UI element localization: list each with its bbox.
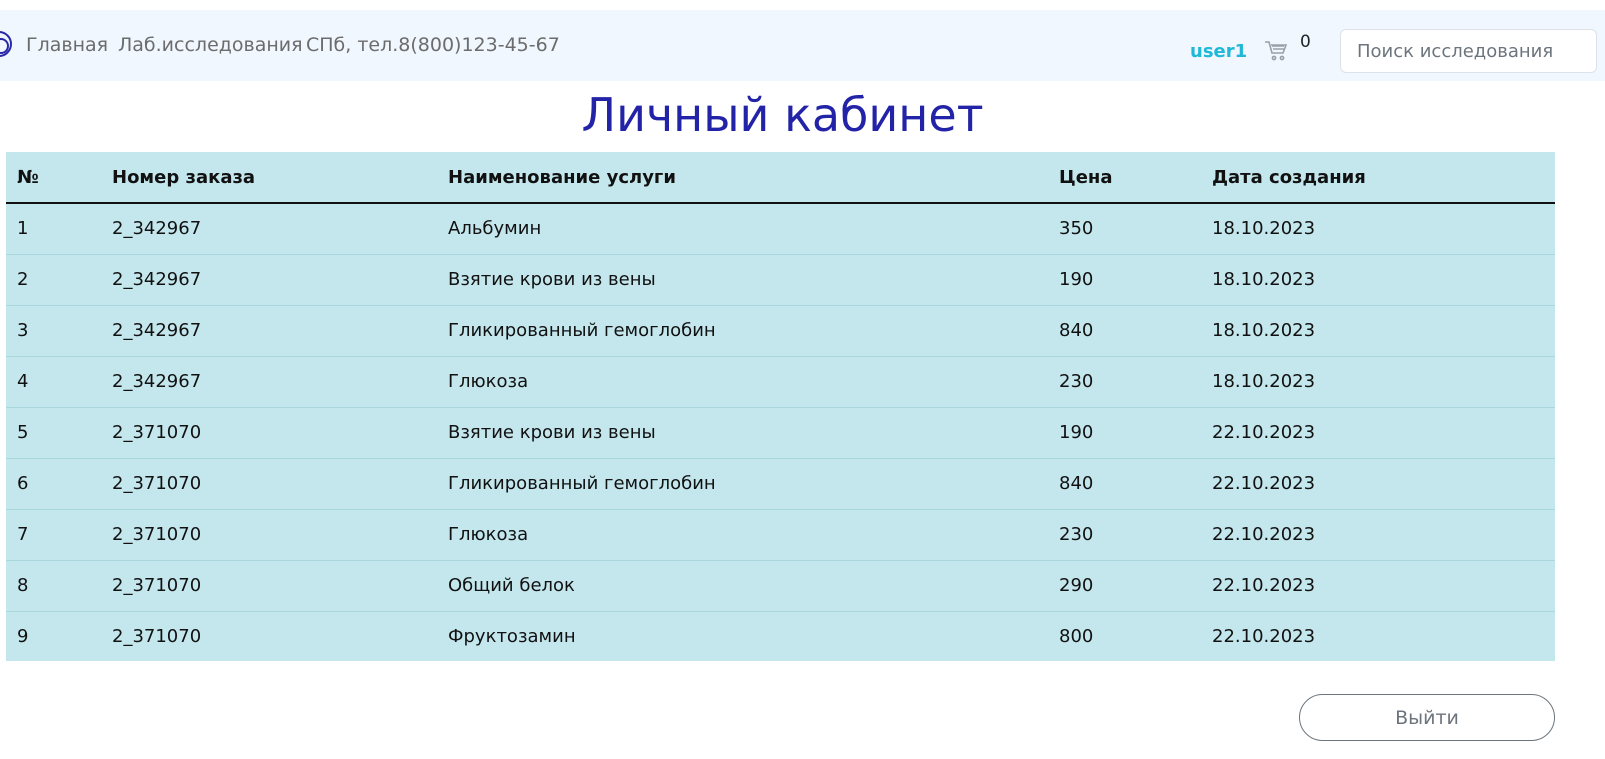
orders-table: № Номер заказа Наименование услуги Цена …: [6, 152, 1555, 661]
cell-number: 2: [6, 254, 101, 306]
cell-created-date: 22.10.2023: [1201, 407, 1555, 459]
table-row: 4 2_342967 Глюкоза 230 18.10.2023: [6, 356, 1555, 408]
column-header-order-number: Номер заказа: [101, 152, 437, 204]
table-row: 6 2_371070 Гликированный гемоглобин 840 …: [6, 458, 1555, 510]
logo-icon[interactable]: [0, 31, 12, 57]
logout-button[interactable]: Выйти: [1299, 694, 1555, 741]
cell-number: 4: [6, 356, 101, 408]
cell-price: 290: [1048, 560, 1201, 612]
cell-service-name: Глюкоза: [437, 509, 1048, 561]
cell-service-name: Взятие крови из вены: [437, 254, 1048, 306]
cell-order-number: 2_371070: [101, 560, 437, 612]
cell-order-number: 2_342967: [101, 203, 437, 255]
cell-number: 8: [6, 560, 101, 612]
cell-created-date: 22.10.2023: [1212, 625, 1316, 647]
cell-service-name: Глюкоза: [437, 356, 1048, 408]
cell-price: 230: [1048, 356, 1201, 408]
cell-number: 5: [6, 407, 101, 459]
table-row: 9 2_371070 Фруктозамин 800 22.10.2023: [6, 611, 1555, 661]
column-header-price: Цена: [1048, 152, 1201, 204]
nav-link-lab-tests[interactable]: Лаб.исследования: [118, 32, 303, 58]
table-row: 5 2_371070 Взятие крови из вены 190 22.1…: [6, 407, 1555, 459]
cell-number: 1: [6, 203, 101, 255]
table-row: 2 2_342967 Взятие крови из вены 190 18.1…: [6, 254, 1555, 306]
cell-created-date: 22.10.2023: [1201, 458, 1555, 510]
cell-created-date: 18.10.2023: [1201, 203, 1555, 255]
column-header-number: №: [6, 152, 101, 204]
cell-order-number: 2_371070: [101, 458, 437, 510]
page-title: Личный кабинет: [581, 88, 984, 142]
navbar: Главная Лаб.исследования СПб, тел.8(800)…: [0, 10, 1605, 81]
cell-order-number: 2_371070: [101, 509, 437, 561]
column-header-service-name: Наименование услуги: [437, 152, 1048, 204]
cell-price: 190: [1048, 407, 1201, 459]
cell-number: 3: [6, 305, 101, 357]
cell-price: 840: [1048, 305, 1201, 357]
cell-order-number: 2_342967: [101, 305, 437, 357]
cell-created-date: 22.10.2023: [1201, 509, 1555, 561]
table-row: 8 2_371070 Общий белок 290 22.10.2023: [6, 560, 1555, 612]
table-row: 7 2_371070 Глюкоза 230 22.10.2023: [6, 509, 1555, 561]
cell-service-name: Гликированный гемоглобин: [437, 305, 1048, 357]
cell-order-number: 2_371070: [112, 625, 202, 647]
cell-created-date: 18.10.2023: [1201, 305, 1555, 357]
contact-info: СПб, тел.8(800)123-45-67: [306, 34, 560, 56]
cell-price: 800: [1059, 625, 1094, 647]
cell-created-date: 18.10.2023: [1201, 254, 1555, 306]
table-row: 1 2_342967 Альбумин 350 18.10.2023: [6, 203, 1555, 255]
cell-order-number: 2_342967: [101, 356, 437, 408]
column-header-created-date: Дата создания: [1201, 152, 1555, 204]
user-link[interactable]: user1: [1190, 40, 1247, 64]
cell-number: 6: [6, 458, 101, 510]
nav-link-home[interactable]: Главная: [26, 32, 108, 58]
cell-created-date: 22.10.2023: [1201, 560, 1555, 612]
cell-price: 350: [1048, 203, 1201, 255]
cell-service-name: Взятие крови из вены: [437, 407, 1048, 459]
cell-service-name: Общий белок: [437, 560, 1048, 612]
cell-price: 840: [1048, 458, 1201, 510]
cell-service-name: Гликированный гемоглобин: [437, 458, 1048, 510]
cell-order-number: 2_342967: [101, 254, 437, 306]
cell-number: 7: [6, 509, 101, 561]
cell-service-name: Альбумин: [437, 203, 1048, 255]
cell-order-number: 2_371070: [101, 407, 437, 459]
cart-count-badge: 0: [1300, 32, 1311, 52]
search-input[interactable]: [1340, 29, 1597, 73]
cell-created-date: 18.10.2023: [1201, 356, 1555, 408]
cell-price: 190: [1048, 254, 1201, 306]
cart-icon[interactable]: [1264, 40, 1288, 62]
cell-service-name: Фруктозамин: [448, 625, 576, 647]
table-row: 3 2_342967 Гликированный гемоглобин 840 …: [6, 305, 1555, 357]
table-header-row: № Номер заказа Наименование услуги Цена …: [6, 152, 1555, 204]
cell-number: 9: [17, 625, 29, 647]
cell-price: 230: [1048, 509, 1201, 561]
